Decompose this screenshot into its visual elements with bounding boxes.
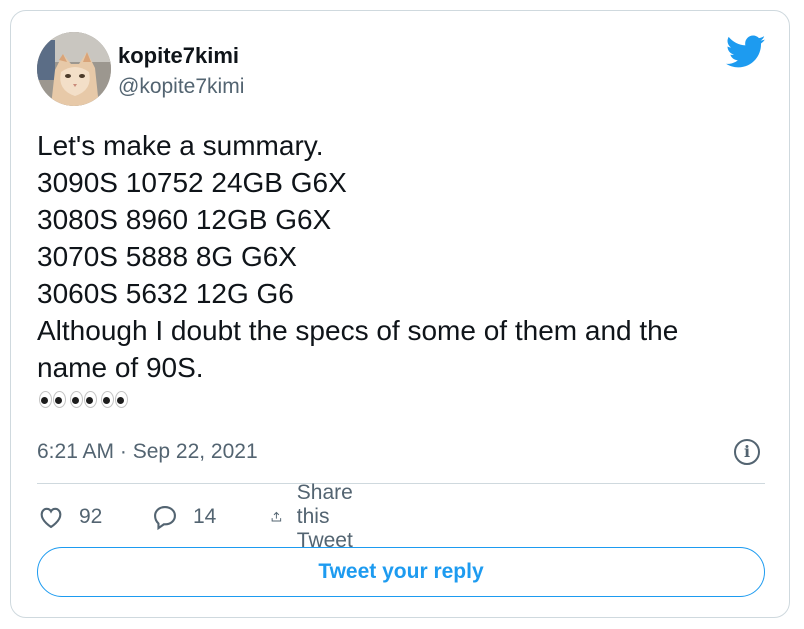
reply-icon [154,506,176,531]
twitter-bird-icon[interactable] [726,35,766,69]
like-button[interactable]: 92 [37,502,102,532]
eyes-emoji-icon [39,391,66,421]
tweet-timestamp[interactable]: 6:21 AM · Sep 22, 2021 [37,440,258,464]
divider [37,483,765,484]
reply-button[interactable]: 14 [151,502,216,532]
tweet-line: Although I doubt the specs of some of th… [37,315,679,346]
avatar[interactable] [37,32,111,106]
tweet-text: Let's make a summary. 3090S 10752 24GB G… [37,127,777,386]
author-handle[interactable]: @kopite7kimi [118,75,244,99]
tweet-line: 3060S 5632 12G G6 [37,278,294,309]
eyes-emoji-icon [70,391,97,421]
tweet-card: kopite7kimi @kopite7kimi Let's make a su… [10,10,790,618]
tweet-your-reply-button[interactable]: Tweet your reply [37,547,765,597]
like-count: 92 [79,505,103,528]
eyes-emoji-icon [101,391,128,421]
avatar-cat-image [37,32,111,106]
reply-count: 14 [193,505,217,528]
share-icon [271,511,282,522]
heart-icon [40,507,62,529]
info-icon[interactable]: i [734,439,760,465]
tweet-line: name of 90S. [37,352,204,383]
share-label: Share this Tweet [296,481,353,552]
author-display-name[interactable]: kopite7kimi [118,43,239,69]
tweet-line: 3070S 5888 8G G6X [37,241,297,272]
tweet-line: 3090S 10752 24GB G6X [37,167,347,198]
share-button[interactable]: Share this Tweet [270,481,368,552]
tweet-line: 3080S 8960 12GB G6X [37,204,332,235]
eyes-emoji-row [39,391,128,421]
tweet-line: Let's make a summary. [37,130,324,161]
